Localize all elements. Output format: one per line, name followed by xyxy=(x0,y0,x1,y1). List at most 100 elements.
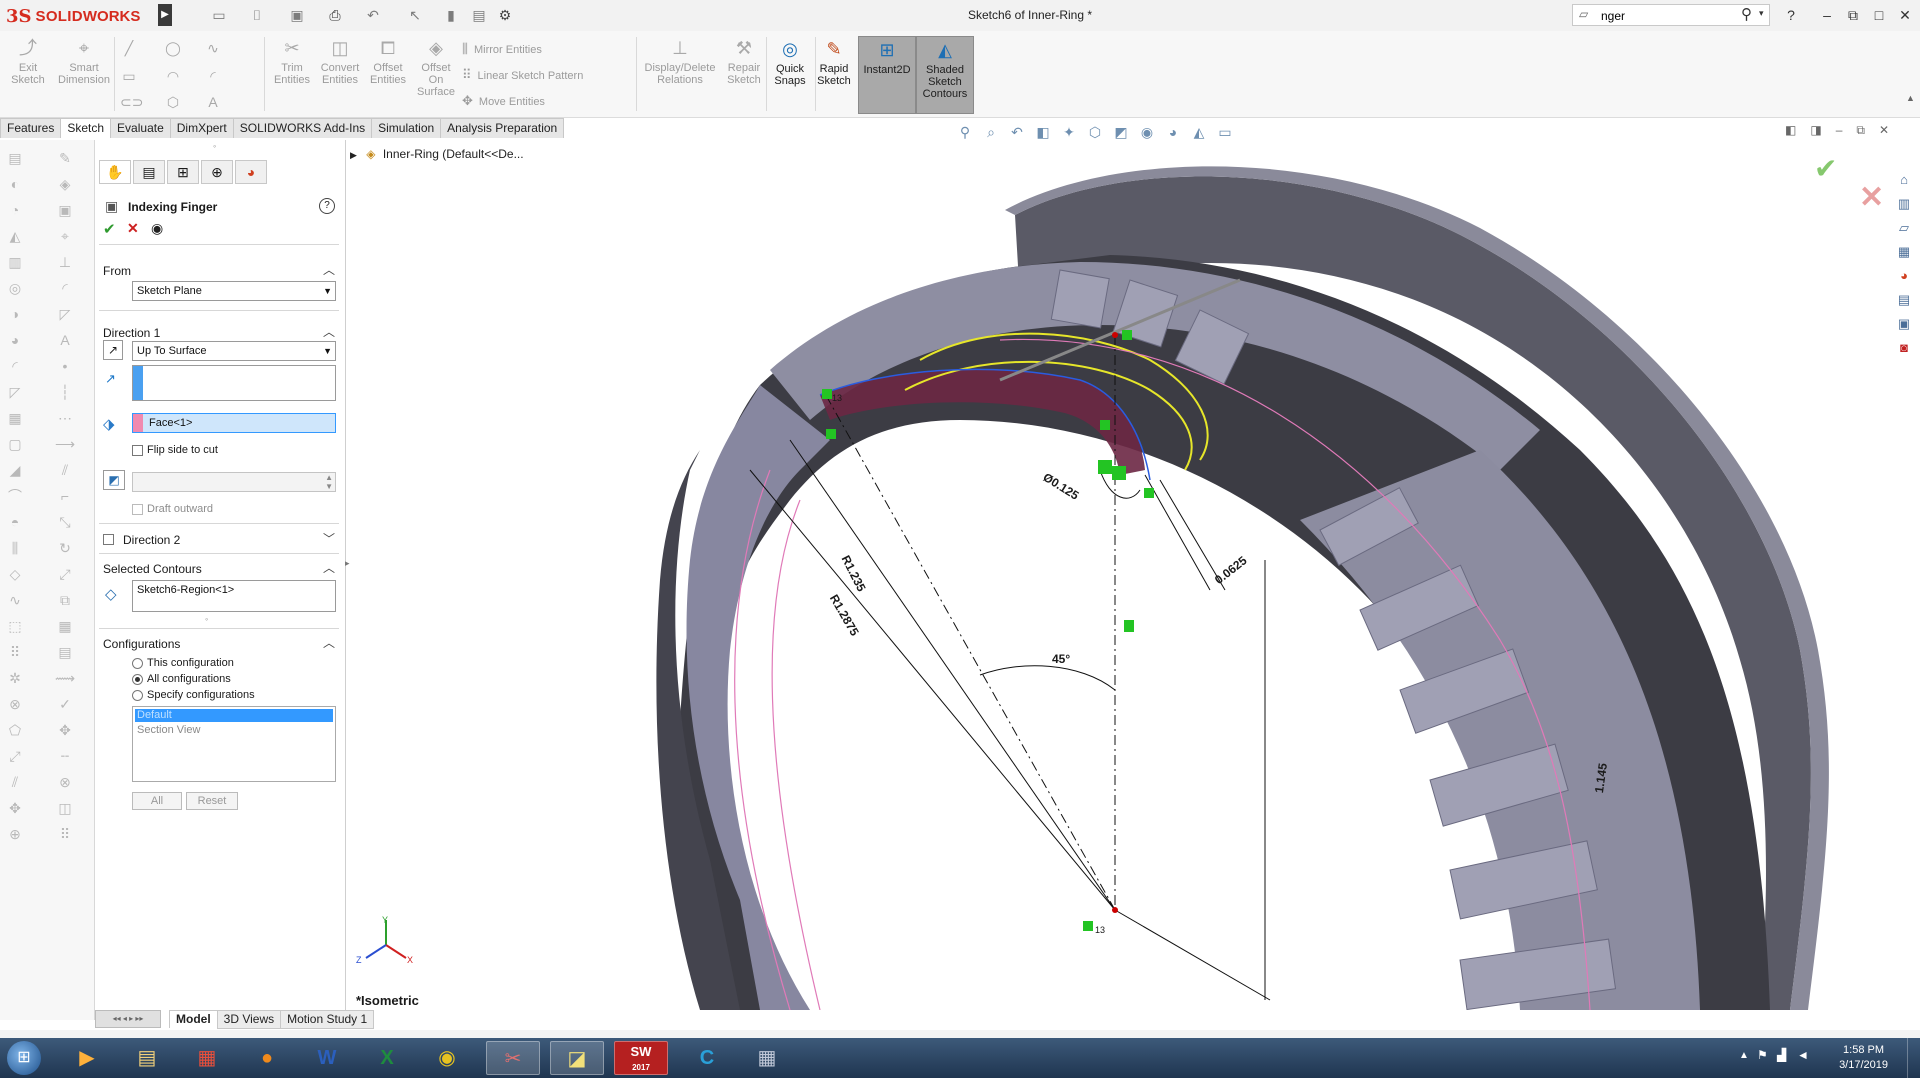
preview-eye-icon[interactable]: ◉ xyxy=(151,220,163,237)
camtasia-icon[interactable]: C xyxy=(680,1041,734,1075)
tab-3d-views[interactable]: 3D Views xyxy=(216,1010,282,1029)
radio-all-configurations[interactable] xyxy=(132,674,143,685)
revolved-boss-icon[interactable]: ◐ xyxy=(4,174,26,194)
list-item[interactable]: Section View xyxy=(135,724,333,737)
end-condition-select[interactable]: Up To Surface ▼ xyxy=(132,341,336,361)
close-icon[interactable]: ✕ xyxy=(1894,6,1916,24)
configuration-list[interactable]: Default Section View xyxy=(132,706,336,782)
intersect-icon[interactable]: ⊗ xyxy=(4,694,26,714)
start-button[interactable]: ⊞ xyxy=(4,1040,44,1076)
swept-cut-icon[interactable]: ◕ xyxy=(4,330,26,350)
direction2-section-header[interactable]: Direction 2 xyxy=(123,533,180,547)
direction1-section-header[interactable]: Direction 1 xyxy=(103,326,160,340)
scale-entities-icon[interactable]: ⤢ xyxy=(54,564,76,584)
file-explorer-icon[interactable]: ▱ xyxy=(1893,218,1915,238)
chrome-icon[interactable]: ◉ xyxy=(420,1041,474,1075)
centerline-icon[interactable]: ┆ xyxy=(54,382,76,402)
reverse-direction-icon[interactable]: ↗ xyxy=(103,340,123,360)
segment-icon[interactable]: ╌ xyxy=(54,746,76,766)
direction2-checkbox[interactable] xyxy=(103,534,114,545)
pm-help-icon[interactable]: ? xyxy=(319,198,335,214)
search-dropdown-icon[interactable]: ▾ xyxy=(1759,8,1764,19)
sketch-blocks-icon[interactable]: ▤ xyxy=(54,642,76,662)
tab-sketch[interactable]: Sketch xyxy=(60,118,112,138)
move-entities-button[interactable]: ✥ Move Entities xyxy=(462,93,545,109)
split-entities-icon[interactable]: ⫽ xyxy=(54,460,76,480)
tab-model[interactable]: Model xyxy=(169,1010,218,1028)
spline-icon[interactable]: ∿ xyxy=(204,39,222,57)
reset-button[interactable]: Reset xyxy=(186,792,238,810)
print-icon[interactable]: ⎙ xyxy=(324,6,346,24)
face-selection-field[interactable]: Face<1> xyxy=(132,413,336,433)
word-icon[interactable]: W xyxy=(300,1041,354,1075)
dimxpert-manager-tab-icon[interactable]: ⊕ xyxy=(201,160,233,184)
list-item[interactable]: Default xyxy=(135,709,333,722)
tile-left-icon[interactable]: ◧ xyxy=(1785,123,1796,138)
fillet-icon[interactable]: ◜ xyxy=(4,356,26,376)
sketch-chamfer-icon[interactable]: ◸ xyxy=(54,304,76,324)
radio-specify-configurations[interactable] xyxy=(132,690,143,701)
selected-contours-list[interactable]: Sketch6-Region<1> xyxy=(132,580,336,612)
new-document-icon[interactable]: ▭ xyxy=(208,6,230,24)
move-copy-body-icon[interactable]: ✥ xyxy=(4,798,26,818)
repair-sketch-button[interactable]: ⚒ Repair Sketch xyxy=(718,35,770,95)
rib-icon[interactable]: ▦ xyxy=(4,408,26,428)
tab-scroll-arrows-icon[interactable]: ◂◂ ◂ ▸ ▸▸ xyxy=(95,1010,161,1028)
solidworks-resources-icon[interactable]: ⌂ xyxy=(1893,170,1915,190)
make-path-icon[interactable]: ⟿ xyxy=(54,668,76,688)
collapse-configurations-icon[interactable]: ︿ xyxy=(323,634,335,651)
media-player-icon[interactable]: ▶ xyxy=(60,1041,114,1075)
boundary-boss-icon[interactable]: ⬠ xyxy=(4,720,26,740)
configuration-manager-tab-icon[interactable]: ⊞ xyxy=(167,160,199,184)
lofted-boss-icon[interactable]: ◭ xyxy=(4,226,26,246)
circular-pattern-icon[interactable]: ✲ xyxy=(4,668,26,688)
panel-grip-icon[interactable]: ◦ xyxy=(213,141,216,151)
jog-line-icon[interactable]: ⌐ xyxy=(54,486,76,506)
tile-right-icon[interactable]: ◨ xyxy=(1810,123,1821,138)
network-icon[interactable]: ▟ xyxy=(1777,1048,1786,1062)
zoom-to-fit-icon[interactable]: ⚲ xyxy=(955,123,975,141)
forum-icon[interactable]: ▣ xyxy=(1893,314,1915,334)
instant3d-icon[interactable]: ⬚ xyxy=(4,616,26,636)
feature-tree-flyout[interactable]: ▶ ◈ Inner-Ring (Default<<De... xyxy=(350,147,524,161)
from-section-header[interactable]: From xyxy=(103,264,131,278)
combine-icon[interactable]: ⊕ xyxy=(4,824,26,844)
save-icon[interactable]: ▣ xyxy=(286,6,308,24)
draft-on-off-icon[interactable]: ◩ xyxy=(103,470,125,490)
rebuild-icon[interactable]: ▮ xyxy=(440,6,462,24)
circle-icon[interactable]: ◯ xyxy=(164,39,182,57)
offset-entities-button[interactable]: ⧠ Offset Entities xyxy=(362,35,414,95)
options-gear-icon[interactable]: ⚙ xyxy=(494,6,516,24)
collapse-direction1-icon[interactable]: ︿ xyxy=(323,323,335,340)
modify-sketch-icon[interactable]: ✥ xyxy=(54,720,76,740)
extruded-boss-icon[interactable]: ▤ xyxy=(4,148,26,168)
section-view-icon[interactable]: ◧ xyxy=(1033,123,1053,141)
chamfer-icon[interactable]: ◸ xyxy=(4,382,26,402)
volume-icon[interactable]: ◄ xyxy=(1797,1048,1809,1062)
clock[interactable]: 1:58 PM 3/17/2019 xyxy=(1839,1043,1888,1073)
tab-solidworks-add-ins[interactable]: SOLIDWORKS Add-Ins xyxy=(232,118,373,138)
hole-wizard-icon[interactable]: ◎ xyxy=(4,278,26,298)
edit-appearance-icon[interactable]: ◕ xyxy=(1163,123,1183,141)
sketch-tool-icon[interactable]: ✎ xyxy=(54,148,76,168)
calculator-icon[interactable]: ▦ xyxy=(740,1041,794,1075)
solidworks-forum-icon[interactable]: ◙ xyxy=(1893,338,1915,358)
appearances-scenes-icon[interactable]: ◕ xyxy=(1893,266,1915,286)
file-properties-icon[interactable]: ▤ xyxy=(468,6,490,24)
mirror-entities-button[interactable]: ⫼ Mirror Entities xyxy=(462,41,542,57)
tree-expand-icon[interactable]: ▶ xyxy=(350,150,357,160)
excel-icon[interactable]: X xyxy=(360,1041,414,1075)
swept-boss-icon[interactable]: ◔ xyxy=(4,200,26,220)
direction-vector-field[interactable] xyxy=(132,365,336,401)
undo-icon[interactable]: ↶ xyxy=(362,6,384,24)
slot-icon[interactable]: ⊂⊃ xyxy=(120,93,143,111)
maximize-icon[interactable]: □ xyxy=(1868,6,1890,24)
scale-icon[interactable]: ⤢ xyxy=(4,746,26,766)
dome-icon[interactable]: ◓ xyxy=(4,512,26,532)
sketch-picture-icon[interactable]: ▣ xyxy=(54,200,76,220)
confirmation-ok-icon[interactable]: ✔ xyxy=(1814,152,1837,185)
feature-manager-tab-icon[interactable]: ✋ xyxy=(99,160,131,184)
snipping-tool-icon[interactable]: ✂ xyxy=(486,1041,540,1075)
view-settings-icon[interactable]: ▭ xyxy=(1215,123,1235,141)
display-style-icon[interactable]: ◩ xyxy=(1111,123,1131,141)
